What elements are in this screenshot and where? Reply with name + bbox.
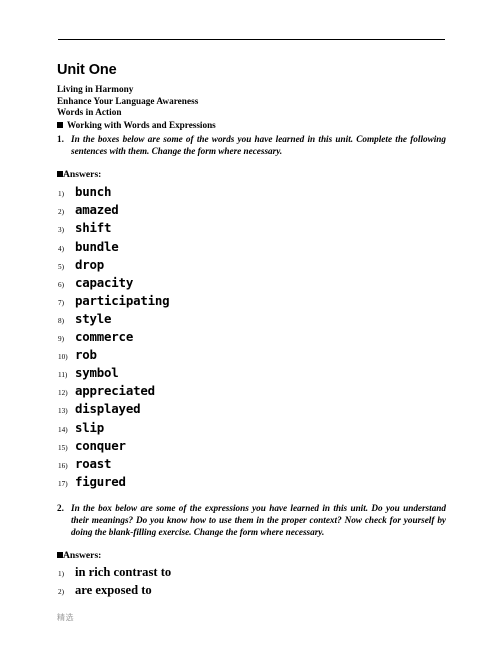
list-item: 12) appreciated [57, 383, 446, 398]
header-divider [58, 39, 445, 40]
list-item: 17) figured [57, 474, 446, 489]
answers-label: Answers: [63, 169, 102, 181]
answer-index: 13) [58, 407, 68, 416]
list-item: 5) drop [57, 257, 446, 272]
list-item: 1) bunch [57, 184, 446, 199]
list-item: 11) symbol [57, 365, 446, 380]
list-item: 4) bundle [57, 239, 446, 254]
list-item: 2) are exposed to [57, 582, 446, 598]
answer-index: 4) [58, 244, 64, 253]
subtitle-words-in-action: Words in Action [57, 107, 122, 118]
answer-index: 2) [58, 588, 64, 597]
answer-index: 10) [58, 353, 68, 362]
exercise-1-answer-list: 1) bunch 2) amazed 3) shift 4) bundle 5) drop… [57, 184, 446, 489]
exercise-1-instruction: In the boxes below are some of the words… [71, 133, 446, 157]
list-item: 9) commerce [57, 329, 446, 344]
exercise-1-answers-heading: Answers: [57, 169, 446, 181]
answer-word: participating [75, 292, 170, 308]
answer-index: 9) [58, 335, 64, 344]
square-bullet-icon [57, 121, 63, 128]
answer-word: slip [75, 419, 105, 435]
answer-word: appreciated [75, 383, 155, 399]
section-heading-working-with-words: Working with Words and Expressions [57, 120, 446, 132]
list-item: 13) displayed [57, 401, 446, 416]
answer-word: capacity [75, 274, 134, 290]
list-item: 14) slip [57, 420, 446, 435]
square-bullet-icon [57, 551, 63, 558]
subtitle-enhance-your-language-awareness: Enhance Your Language Awareness [57, 95, 199, 106]
exercise-2-number: 2. [57, 502, 64, 513]
answer-index: 7) [58, 298, 64, 307]
list-item: 16) roast [57, 456, 446, 471]
section-heading-label: Working with Words and Expressions [67, 120, 216, 131]
answer-word: displayed [75, 401, 141, 417]
list-item: 1) in rich contrast to [57, 564, 446, 580]
answer-index: 3) [58, 226, 64, 235]
answer-word: shift [75, 220, 112, 236]
answer-index: 17) [58, 479, 68, 488]
answer-index: 15) [58, 443, 68, 452]
answer-index: 2) [58, 208, 64, 217]
answer-index: 12) [58, 389, 68, 398]
list-item: 2) amazed [57, 202, 446, 217]
answer-index: 6) [58, 280, 64, 289]
answer-index: 1) [58, 190, 64, 199]
answer-word: bunch [75, 184, 112, 200]
exercise-2-instruction-block: 2. In the box below are some of the expr… [57, 502, 446, 539]
list-item: 15) conquer [57, 438, 446, 453]
answer-word: symbol [75, 365, 119, 381]
answer-word: style [75, 310, 112, 326]
list-item: 3) shift [57, 220, 446, 235]
answer-index: 14) [58, 425, 68, 434]
answer-word: commerce [75, 329, 134, 345]
answer-index: 5) [58, 262, 64, 271]
list-item: 7) participating [57, 293, 446, 308]
answer-word: conquer [75, 437, 126, 453]
answer-word: figured [75, 473, 126, 489]
answer-word: roast [75, 455, 112, 471]
exercise-2-answers-heading: Answers: [57, 550, 446, 562]
exercise-1-number: 1. [57, 133, 64, 144]
exercise-2-answer-list: 1) in rich contrast to 2) are exposed to [57, 564, 446, 598]
answer-index: 1) [58, 570, 64, 579]
answer-word: are exposed to [75, 583, 152, 598]
list-item: 10) rob [57, 347, 446, 362]
page-title: Unit One [57, 62, 117, 78]
exercise-2-instruction: In the box below are some of the express… [71, 502, 446, 538]
document-body: Unit One Living in Harmony Enhance Your … [57, 62, 446, 600]
document-page: Unit One Living in Harmony Enhance Your … [0, 0, 502, 649]
list-item: 6) capacity [57, 275, 446, 290]
answer-word: rob [75, 347, 97, 363]
list-item: 8) style [57, 311, 446, 326]
page-footer: 精选 [57, 613, 74, 622]
answer-word: bundle [75, 238, 119, 254]
square-bullet-icon [57, 170, 63, 177]
answer-word: drop [75, 256, 105, 272]
answer-index: 8) [58, 316, 64, 325]
answer-index: 11) [58, 371, 68, 380]
exercise-1-instruction-block: 1. In the boxes below are some of the wo… [57, 133, 446, 157]
subtitle-living-in-harmony: Living in Harmony [57, 84, 134, 94]
answer-word: amazed [75, 202, 119, 218]
answer-index: 16) [58, 461, 68, 470]
answers-label: Answers: [63, 550, 102, 562]
answer-word: in rich contrast to [75, 565, 172, 580]
